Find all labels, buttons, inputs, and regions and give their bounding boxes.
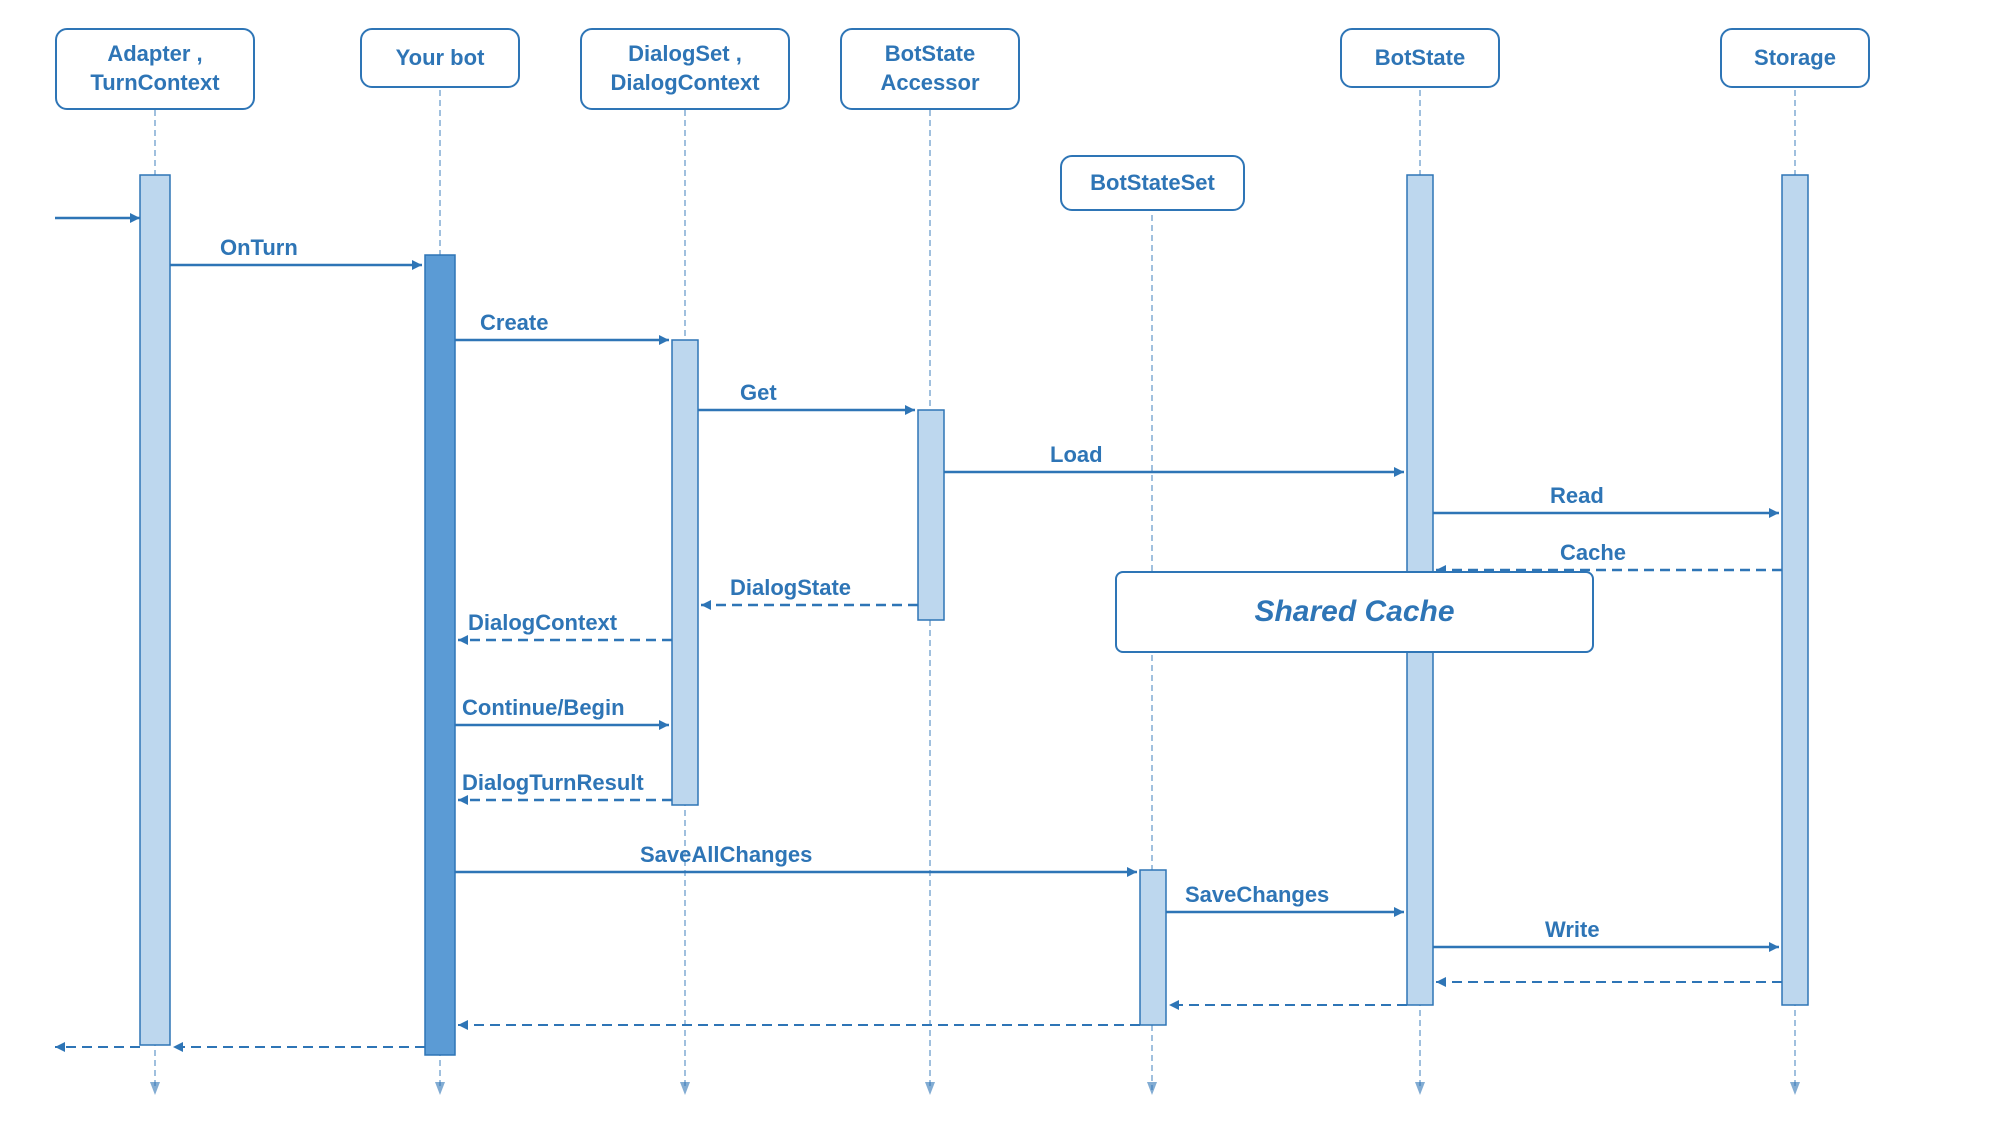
write-label: Write [1545, 917, 1600, 942]
dialogstate-label: DialogState [730, 575, 851, 600]
botstateset-actor-box: BotStateSet [1060, 155, 1245, 211]
savechanges-label: SaveChanges [1185, 882, 1329, 907]
onturn-label: OnTurn [220, 235, 298, 260]
botstate-actor-label: BotState [1375, 44, 1465, 73]
read-label: Read [1550, 483, 1604, 508]
dialogturnresult-label: DialogTurnResult [462, 770, 644, 795]
diagram-container: OnTurn Create Get Load Read Cache Dialog… [0, 0, 2000, 1125]
cache-label: Cache [1560, 540, 1626, 565]
shared-cache-box: Shared Cache [1115, 571, 1594, 653]
botstate-actor-box: BotState [1340, 28, 1500, 88]
dialogset-actor-label: DialogSet , DialogContext [610, 40, 759, 97]
adapter-actor-label: Adapter , TurnContext [90, 40, 219, 97]
shared-cache-label: Shared Cache [1254, 595, 1454, 629]
continuebegin-label: Continue/Begin [462, 695, 625, 720]
dialogcontext-label: DialogContext [468, 610, 618, 635]
create-label: Create [480, 310, 548, 335]
botstate-acc-actor-label: BotState Accessor [880, 40, 979, 97]
sequence-diagram-svg: OnTurn Create Get Load Read Cache Dialog… [0, 0, 2000, 1125]
yourbot-actor-label: Your bot [396, 44, 485, 73]
get-label: Get [740, 380, 777, 405]
botstate-acc-actor-box: BotState Accessor [840, 28, 1020, 110]
storage-actor-box: Storage [1720, 28, 1870, 88]
saveallchanges-label: SaveAllChanges [640, 842, 812, 867]
yourbot-actor-box: Your bot [360, 28, 520, 88]
load-label: Load [1050, 442, 1103, 467]
storage-actor-label: Storage [1754, 44, 1836, 73]
dialogset-actor-box: DialogSet , DialogContext [580, 28, 790, 110]
botstateset-actor-label: BotStateSet [1090, 169, 1215, 198]
adapter-actor-box: Adapter , TurnContext [55, 28, 255, 110]
